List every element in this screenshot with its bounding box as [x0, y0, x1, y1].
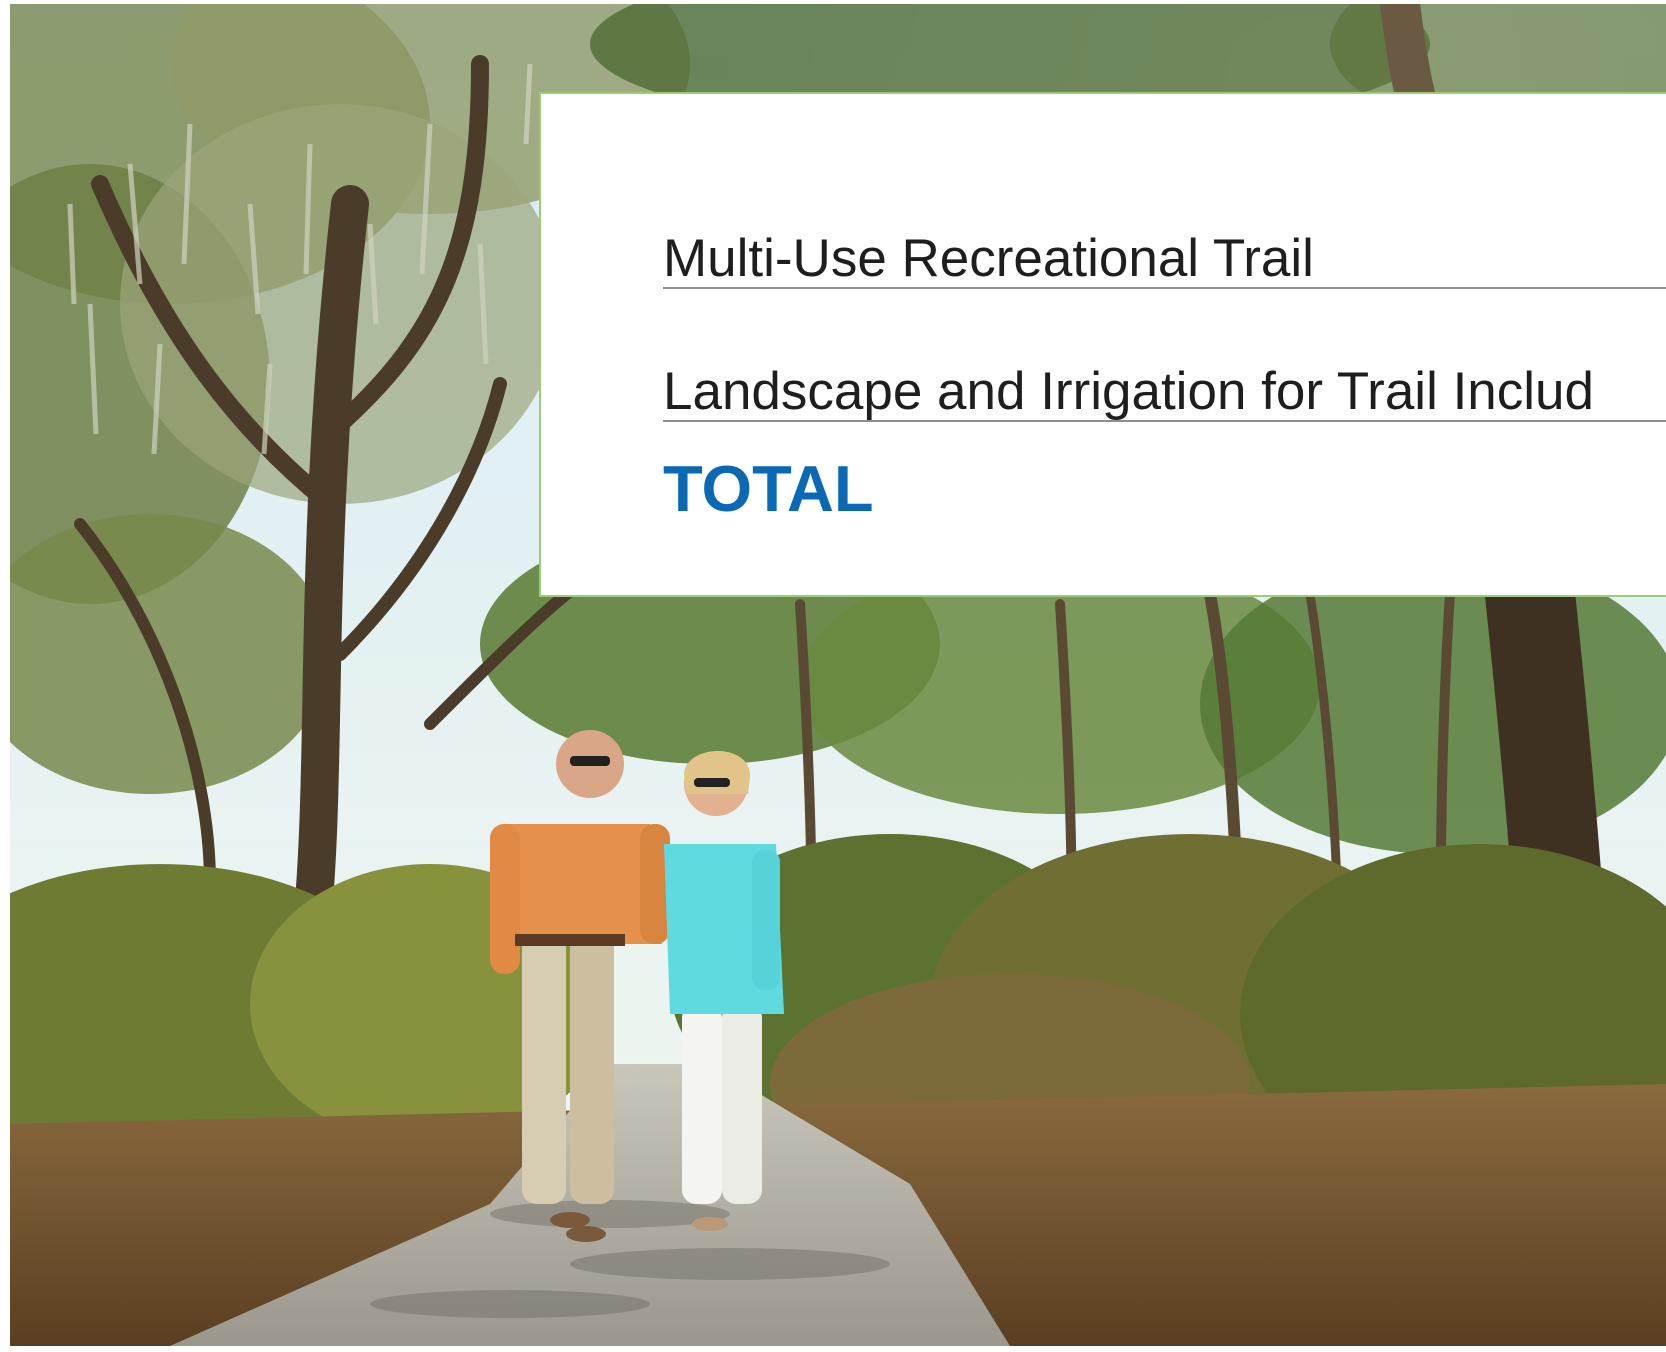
- line-item-trail: Multi-Use Recreational Trail: [663, 229, 1314, 288]
- trail-photo-background: Multi-Use Recreational Trail Landscape a…: [10, 4, 1666, 1346]
- row-divider: [663, 420, 1666, 422]
- row-divider: [663, 287, 1666, 289]
- cost-summary-card: Multi-Use Recreational Trail Landscape a…: [539, 92, 1666, 597]
- total-label: TOTAL: [663, 452, 874, 525]
- line-item-landscape-irrigation: Landscape and Irrigation for Trail Inclu…: [663, 362, 1594, 421]
